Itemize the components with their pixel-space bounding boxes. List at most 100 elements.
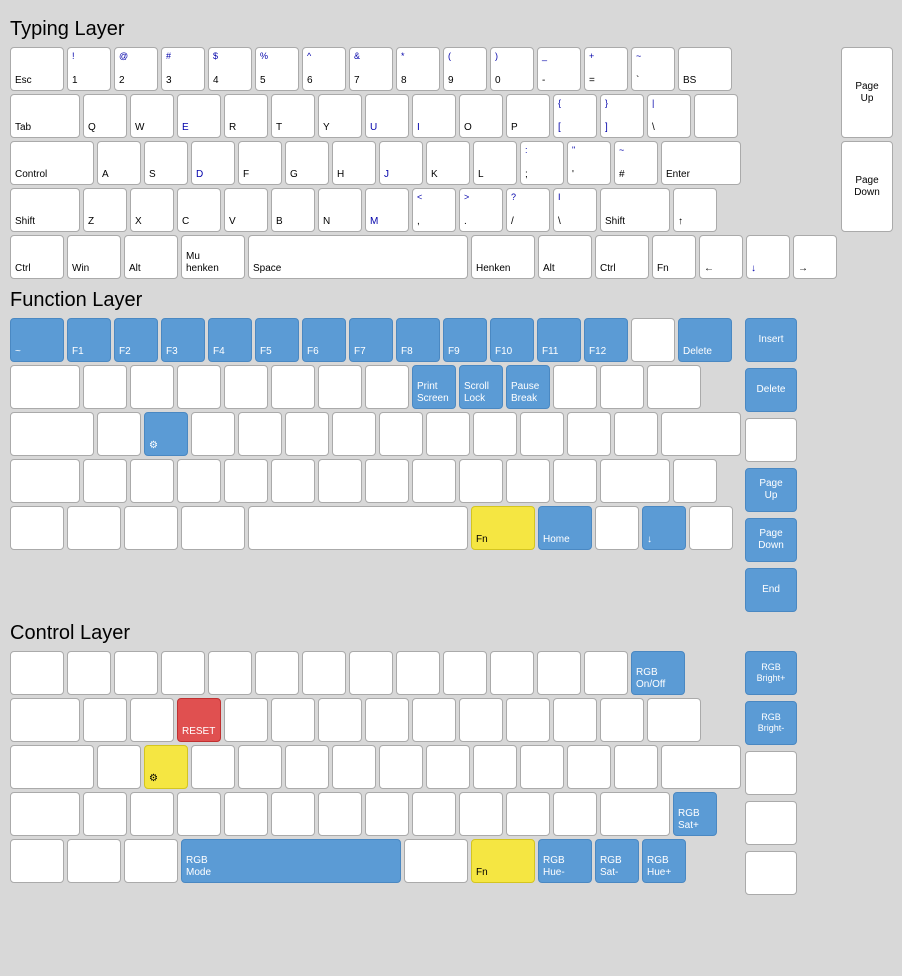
key-esc[interactable]: Esc (10, 47, 64, 91)
key-3[interactable]: #3 (161, 47, 205, 91)
key-muhenken[interactable]: Muhenken (181, 235, 245, 279)
key-5[interactable]: %5 (255, 47, 299, 91)
fn-key-delete[interactable]: Delete (678, 318, 732, 362)
key-a[interactable]: A (97, 141, 141, 185)
key-r[interactable]: R (224, 94, 268, 138)
key-z[interactable]: Z (83, 188, 127, 232)
fn-key-fn[interactable]: Fn (471, 506, 535, 550)
key-tab[interactable]: Tab (10, 94, 80, 138)
fn-key-f12[interactable]: F12 (584, 318, 628, 362)
fn-key-f1[interactable]: F1 (67, 318, 111, 362)
key-backspace[interactable]: BS (678, 47, 732, 91)
fn-key-f7[interactable]: F7 (349, 318, 393, 362)
key-i[interactable]: I (412, 94, 456, 138)
ctrl-key-rgb-mode[interactable]: RGBMode (181, 839, 401, 883)
key-tab-end[interactable] (694, 94, 738, 138)
key-e[interactable]: E (177, 94, 221, 138)
key-p[interactable]: P (506, 94, 550, 138)
key-2[interactable]: @2 (114, 47, 158, 91)
fn-side-delete[interactable]: Delete (745, 368, 797, 412)
key-k[interactable]: K (426, 141, 470, 185)
key-0[interactable]: )0 (490, 47, 534, 91)
key-1[interactable]: !1 (67, 47, 111, 91)
key-quote[interactable]: "' (567, 141, 611, 185)
key-lshift[interactable]: Shift (10, 188, 80, 232)
key-hash[interactable]: ~# (614, 141, 658, 185)
key-leftarrow[interactable]: ← (699, 235, 743, 279)
fn-key-f5[interactable]: F5 (255, 318, 299, 362)
key-w[interactable]: W (130, 94, 174, 138)
key-l[interactable]: L (473, 141, 517, 185)
ctrl-side-rgb-bright-minus[interactable]: RGBBright- (745, 701, 797, 745)
key-ralt[interactable]: Alt (538, 235, 592, 279)
ctrl-key-rgb-hue-minus[interactable]: RGBHue- (538, 839, 592, 883)
fn-key-f9[interactable]: F9 (443, 318, 487, 362)
key-q[interactable]: Q (83, 94, 127, 138)
fn-key-f4[interactable]: F4 (208, 318, 252, 362)
fn-side-insert[interactable]: Insert (745, 318, 797, 362)
key-rslash[interactable]: I\ (553, 188, 597, 232)
key-backslash[interactable]: |\ (647, 94, 691, 138)
key-8[interactable]: *8 (396, 47, 440, 91)
key-t[interactable]: T (271, 94, 315, 138)
key-lalt[interactable]: Alt (124, 235, 178, 279)
key-uparrow[interactable]: ↑ (673, 188, 717, 232)
fn-side-pagedown[interactable]: PageDown (745, 518, 797, 562)
fn-side-end[interactable]: End (745, 568, 797, 612)
key-minus[interactable]: _- (537, 47, 581, 91)
key-s[interactable]: S (144, 141, 188, 185)
key-4[interactable]: $4 (208, 47, 252, 91)
key-v[interactable]: V (224, 188, 268, 232)
ctrl-key-fn[interactable]: Fn (471, 839, 535, 883)
fn-key-home[interactable]: Home (538, 506, 592, 550)
key-b[interactable]: B (271, 188, 315, 232)
key-g[interactable]: G (285, 141, 329, 185)
key-u[interactable]: U (365, 94, 409, 138)
fn-key-tilde[interactable]: ~ (10, 318, 64, 362)
ctrl-key-gear[interactable]: ⚙ (144, 745, 188, 789)
fn-key-f3[interactable]: F3 (161, 318, 205, 362)
fn-key-printscreen[interactable]: PrintScreen (412, 365, 456, 409)
key-comma[interactable]: <, (412, 188, 456, 232)
key-period[interactable]: >. (459, 188, 503, 232)
fn-key-pausebreak[interactable]: PauseBreak (506, 365, 550, 409)
key-lctrl[interactable]: Ctrl (10, 235, 64, 279)
key-lbracket[interactable]: {[ (553, 94, 597, 138)
key-j[interactable]: J (379, 141, 423, 185)
key-fn[interactable]: Fn (652, 235, 696, 279)
fn-key-f10[interactable]: F10 (490, 318, 534, 362)
key-rshift[interactable]: Shift (600, 188, 670, 232)
key-win[interactable]: Win (67, 235, 121, 279)
ctrl-key-rgb-sat-minus[interactable]: RGBSat- (595, 839, 639, 883)
key-n[interactable]: N (318, 188, 362, 232)
key-enter[interactable]: Enter (661, 141, 741, 185)
key-henken[interactable]: Henken (471, 235, 535, 279)
key-h[interactable]: H (332, 141, 376, 185)
fn-key-gear[interactable]: ⚙ (144, 412, 188, 456)
ctrl-side-rgb-bright-plus[interactable]: RGBBright+ (745, 651, 797, 695)
fn-key-f11[interactable]: F11 (537, 318, 581, 362)
key-f[interactable]: F (238, 141, 282, 185)
key-d[interactable]: D (191, 141, 235, 185)
ctrl-key-rgb-onoff[interactable]: RGBOn/Off (631, 651, 685, 695)
fn-side-pageup[interactable]: PageUp (745, 468, 797, 512)
key-downarrow[interactable]: ↓ (746, 235, 790, 279)
fn-key-f2[interactable]: F2 (114, 318, 158, 362)
ctrl-key-rgb-hue-plus[interactable]: RGBHue+ (642, 839, 686, 883)
key-6[interactable]: ^6 (302, 47, 346, 91)
key-rbracket[interactable]: }] (600, 94, 644, 138)
ctrl-key-reset[interactable]: RESET (177, 698, 221, 742)
fn-key-down[interactable]: ↓ (642, 506, 686, 550)
fn-key-f6[interactable]: F6 (302, 318, 346, 362)
key-pagedown-typing[interactable]: PageDown (841, 141, 893, 232)
key-backtick2[interactable]: ~` (631, 47, 675, 91)
key-control[interactable]: Control (10, 141, 94, 185)
key-rctrl[interactable]: Ctrl (595, 235, 649, 279)
key-y[interactable]: Y (318, 94, 362, 138)
key-slash[interactable]: ?/ (506, 188, 550, 232)
fn-key-f8[interactable]: F8 (396, 318, 440, 362)
ctrl-key-rgb-sat-plus[interactable]: RGBSat+ (673, 792, 717, 836)
key-c[interactable]: C (177, 188, 221, 232)
key-7[interactable]: &7 (349, 47, 393, 91)
key-rightarrow[interactable]: → (793, 235, 837, 279)
